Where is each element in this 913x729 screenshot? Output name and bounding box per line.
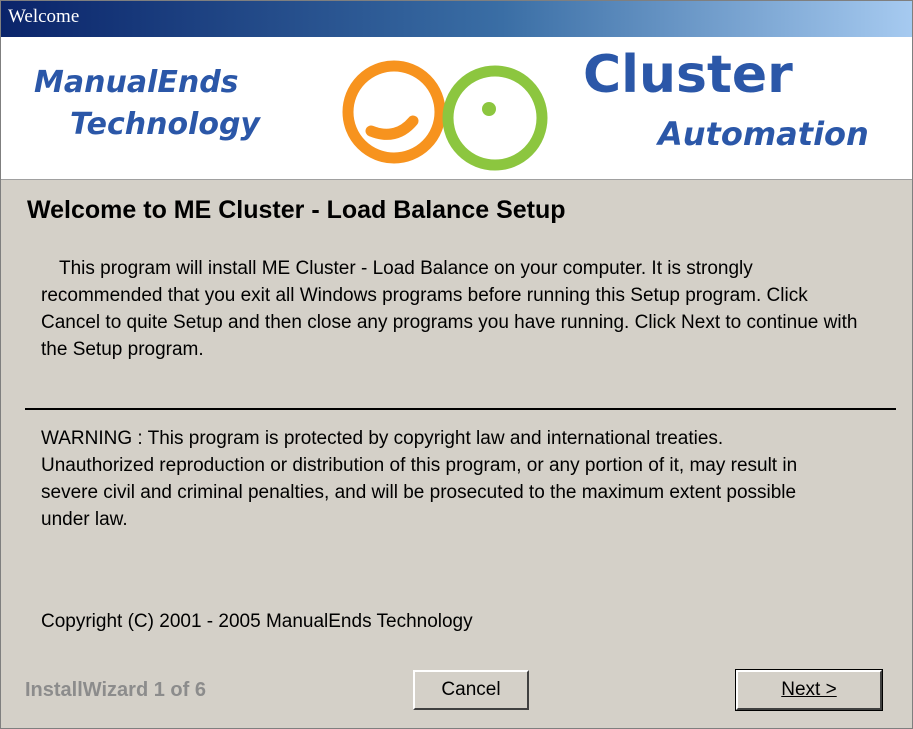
button-bar: InstallWizard 1 of 6 Cancel Next > — [1, 650, 912, 728]
logo-orange-ring — [342, 60, 446, 164]
next-button-label: Next > — [781, 679, 837, 700]
wizard-step-indicator: InstallWizard 1 of 6 — [25, 679, 206, 701]
cancel-button-label: Cancel — [441, 679, 501, 700]
intro-text: This program will install ME Cluster - L… — [41, 258, 858, 360]
page-title: Welcome to ME Cluster - Load Balance Set… — [27, 196, 566, 224]
title-bar[interactable]: Welcome — [1, 1, 912, 37]
header-banner: ManualEnds Technology Cluster Automation — [1, 37, 912, 180]
logo-orange-smile — [365, 115, 419, 140]
product-subtitle: Automation — [658, 115, 869, 153]
setup-dialog: Welcome ManualEnds Technology Cluster Au… — [0, 0, 913, 729]
company-name-line1: ManualEnds — [34, 65, 239, 100]
company-logo — [342, 60, 548, 171]
copyright-text: Copyright (C) 2001 - 2005 ManualEnds Tec… — [41, 611, 473, 632]
product-name: Cluster — [583, 45, 793, 105]
window-title: Welcome — [8, 6, 80, 27]
cancel-button[interactable]: Cancel — [413, 670, 529, 710]
warning-text: WARNING : This program is protected by c… — [41, 428, 798, 530]
divider — [25, 408, 896, 410]
next-button[interactable]: Next > — [735, 669, 883, 711]
logo-green-ring — [442, 65, 548, 171]
company-name-line2: Technology — [70, 107, 260, 142]
logo-green-dot — [482, 102, 496, 116]
welcome-content: Welcome to ME Cluster - Load Balance Set… — [1, 180, 912, 650]
